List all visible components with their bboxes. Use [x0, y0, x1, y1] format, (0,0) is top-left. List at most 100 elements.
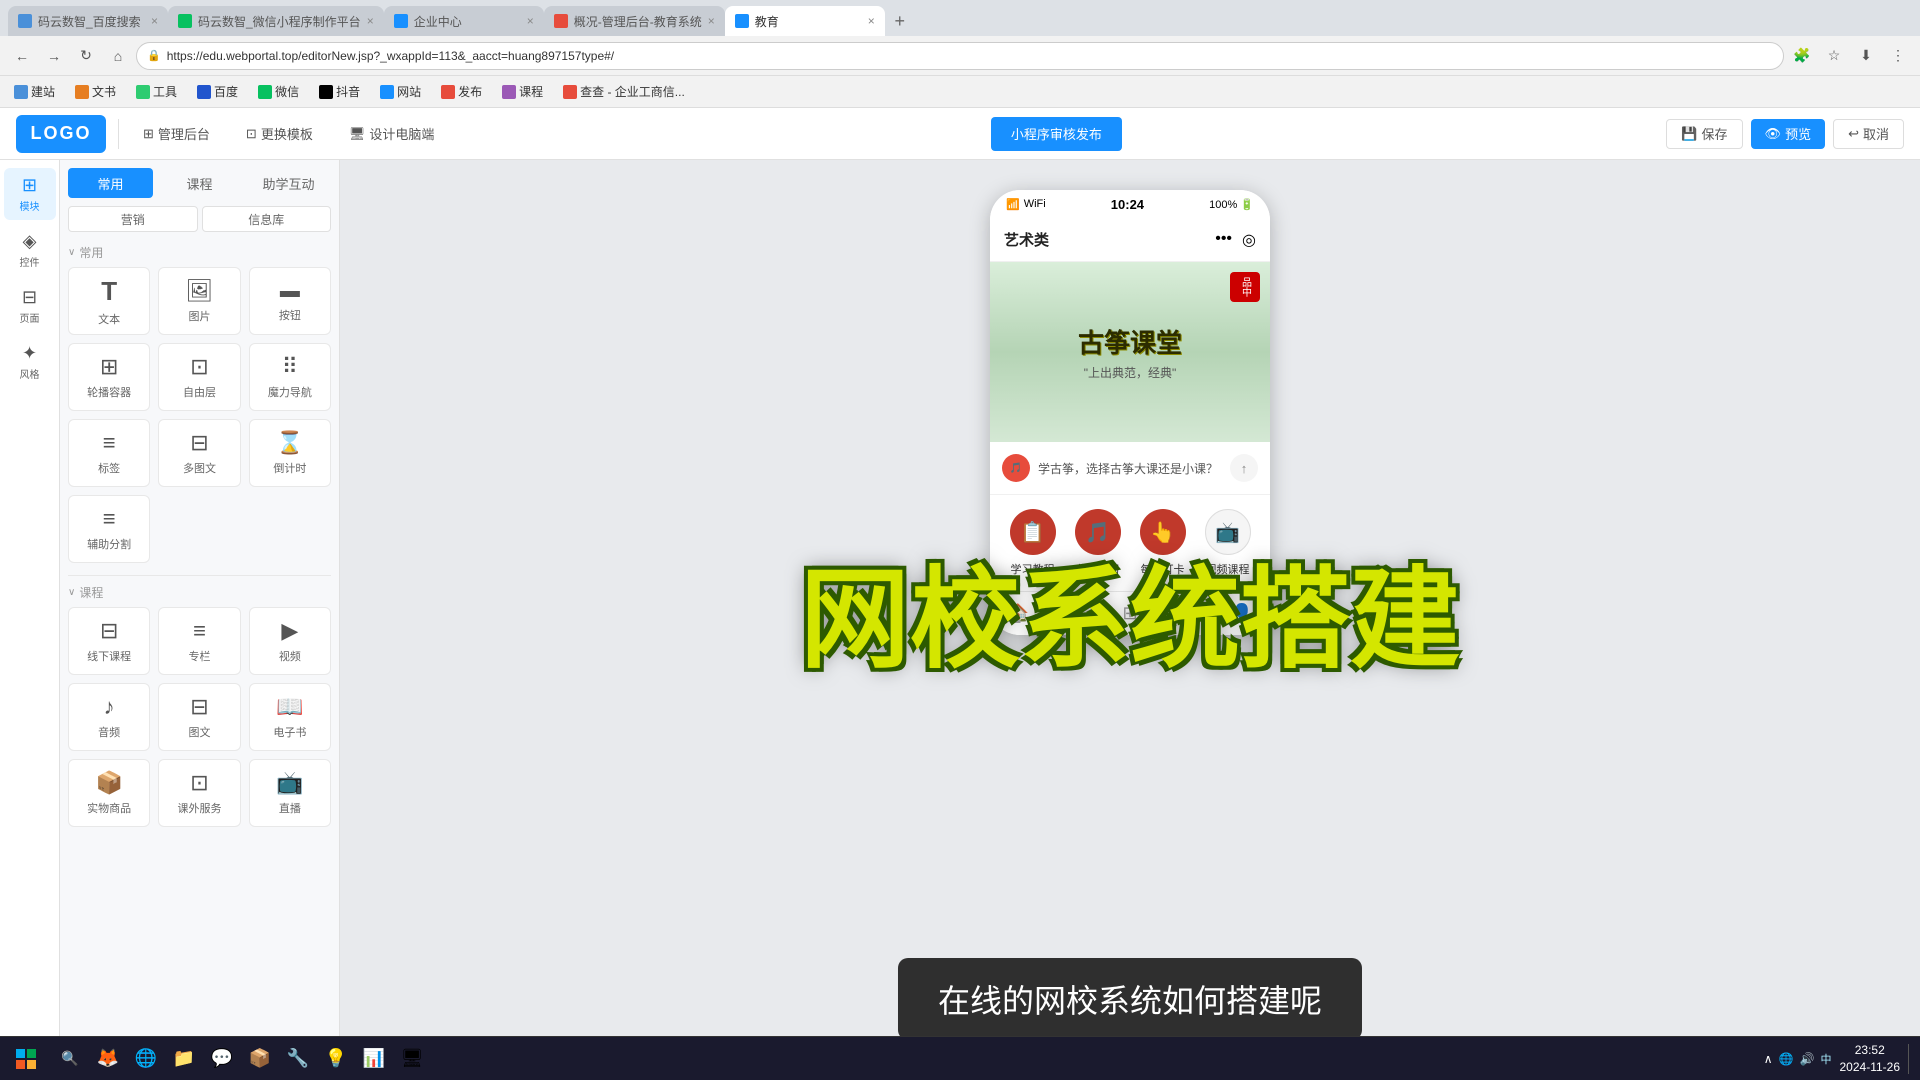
save-label: 保存: [1702, 124, 1728, 143]
tab-2-close[interactable]: ×: [367, 14, 374, 28]
bottom-nav-community[interactable]: 👤: [1046, 603, 1102, 624]
component-freelayer[interactable]: ⊡ 自由层: [158, 343, 240, 411]
component-livestream[interactable]: 📺 直播: [249, 759, 331, 827]
bookmark-fabu[interactable]: 发布: [435, 81, 488, 102]
tab-2[interactable]: 码云数智_微信小程序制作平台 ×: [168, 6, 384, 36]
template-button[interactable]: ⊡ 更换模板: [234, 118, 325, 149]
publish-button[interactable]: 小程序审核发布: [991, 117, 1122, 151]
component-carousel[interactable]: ⊞ 轮播容器: [68, 343, 150, 411]
downloads-button[interactable]: ⬇: [1852, 42, 1880, 70]
tab-4[interactable]: 概况-管理后台-教育系统 ×: [544, 6, 725, 36]
banner-title: 古筝课堂: [1078, 323, 1182, 360]
bookmark-douyin[interactable]: 抖音: [313, 81, 366, 102]
tab-3[interactable]: 企业中心 ×: [384, 6, 544, 36]
component-audio[interactable]: ♪ 音频: [68, 683, 150, 751]
bookmark-baidu[interactable]: 百度: [191, 81, 244, 102]
chat-avatar: 🎵: [1002, 454, 1030, 482]
taskbar-clock[interactable]: 23:52 2024-11-26: [1840, 1042, 1901, 1076]
logo-button[interactable]: LOGO: [16, 115, 106, 153]
score-label: 曲谱练习: [1076, 561, 1120, 577]
bookmark-weixin[interactable]: 微信: [252, 81, 305, 102]
volume-icon[interactable]: 🔊: [1800, 1052, 1815, 1066]
bottom-nav-profile[interactable]: 👤: [1214, 603, 1270, 624]
tab-1-close[interactable]: ×: [151, 14, 158, 28]
taskbar-edge[interactable]: 🌐: [128, 1041, 164, 1077]
menu-item-score[interactable]: 🎵 曲谱练习: [1065, 509, 1130, 577]
extensions-button[interactable]: 🧩: [1788, 42, 1816, 70]
component-ebook[interactable]: 📖 电子书: [249, 683, 331, 751]
tray-up-arrow[interactable]: ∧: [1764, 1052, 1773, 1066]
tab-1[interactable]: 码云数智_百度搜索 ×: [8, 6, 168, 36]
favorites-button[interactable]: ☆: [1820, 42, 1848, 70]
component-service[interactable]: ⊡ 课外服务: [158, 759, 240, 827]
ebook-icon: 📖: [276, 694, 303, 720]
sidebar-item-module[interactable]: ⊞ 模块: [4, 168, 56, 220]
new-tab-button[interactable]: +: [885, 6, 915, 36]
sidebar-item-style[interactable]: ✦ 风格: [4, 336, 56, 388]
seal-text: 品中: [1238, 277, 1253, 297]
freelayer-icon: ⊡: [190, 354, 208, 380]
bookmark-jianzhan[interactable]: 建站: [8, 81, 61, 102]
forward-button[interactable]: →: [40, 42, 68, 70]
component-goods[interactable]: 📦 实物商品: [68, 759, 150, 827]
taskbar-tool[interactable]: 🔧: [280, 1041, 316, 1077]
tab-4-close[interactable]: ×: [708, 14, 715, 28]
component-tab[interactable]: ≡ 标签: [68, 419, 150, 487]
tab-3-close[interactable]: ×: [527, 14, 534, 28]
taskbar-start-button[interactable]: [8, 1041, 44, 1077]
settings-button[interactable]: ⋮: [1884, 42, 1912, 70]
menu-item-video-course[interactable]: 📺 视频课程: [1195, 509, 1260, 577]
component-video[interactable]: ▶ 视频: [249, 607, 331, 675]
bottom-nav-grid[interactable]: ⊞: [1102, 603, 1158, 624]
taskbar-app10[interactable]: 🖥: [394, 1041, 430, 1077]
panel-tab-common[interactable]: 常用: [68, 168, 153, 198]
bookmark-wenshu[interactable]: 文书: [69, 81, 122, 102]
taskbar-search-button[interactable]: 🔍: [52, 1041, 88, 1077]
panel-subtab-infolib[interactable]: 信息库: [202, 206, 332, 232]
component-text[interactable]: T 文本: [68, 267, 150, 335]
bookmark-wangzhan[interactable]: 网站: [374, 81, 427, 102]
panel-subtab-marketing[interactable]: 营销: [68, 206, 198, 232]
bookmark-kecheng[interactable]: 课程: [496, 81, 549, 102]
sidebar-item-page[interactable]: ⊟ 页面: [4, 280, 56, 332]
component-article[interactable]: ⊟ 图文: [158, 683, 240, 751]
management-button[interactable]: ⊞ 管理后台: [131, 118, 222, 149]
tab-5[interactable]: 教育 ×: [725, 6, 885, 36]
component-offline-course[interactable]: ⊟ 线下课程: [68, 607, 150, 675]
preview-button[interactable]: 👁 预览: [1751, 119, 1826, 149]
bookmark-gongju[interactable]: 工具: [130, 81, 183, 102]
back-button[interactable]: ←: [8, 42, 36, 70]
bottom-nav-home[interactable]: 🏠: [990, 603, 1046, 624]
show-desktop-button[interactable]: [1908, 1044, 1912, 1074]
component-button[interactable]: ▬ 按钮: [249, 267, 331, 335]
bookmark-chcha[interactable]: 查查 - 企业工商信...: [557, 81, 691, 102]
menu-item-checkin[interactable]: 👆 每日打卡: [1130, 509, 1195, 577]
taskbar-firefox[interactable]: 🦊: [90, 1041, 126, 1077]
audio-icon: ♪: [104, 694, 115, 720]
component-image[interactable]: 🖼 图片: [158, 267, 240, 335]
component-multitext[interactable]: ⊟ 多图文: [158, 419, 240, 487]
bookmark-bar: 建站 文书 工具 百度 微信 抖音 网站 发布: [0, 76, 1920, 108]
score-icon: 🎵: [1085, 520, 1110, 545]
design-button[interactable]: 🖥 设计电脑端: [337, 118, 447, 149]
component-divider[interactable]: ≡ 辅助分割: [68, 495, 150, 563]
save-button[interactable]: 💾 保存: [1666, 119, 1742, 149]
address-bar[interactable]: 🔒 https://edu.webportal.top/editorNew.js…: [136, 42, 1784, 70]
sidebar-item-widget[interactable]: ◈ 控件: [4, 224, 56, 276]
taskbar-app8[interactable]: 💡: [318, 1041, 354, 1077]
panel-tab-course[interactable]: 课程: [157, 168, 242, 198]
taskbar-wechat[interactable]: 💬: [204, 1041, 240, 1077]
taskbar-excel[interactable]: 📊: [356, 1041, 392, 1077]
component-magiconav[interactable]: ⠿ 魔力导航: [249, 343, 331, 411]
bottom-nav-calendar[interactable]: 📅: [1158, 603, 1214, 624]
menu-item-learn[interactable]: 📋 学习教程: [1000, 509, 1065, 577]
refresh-button[interactable]: ↻: [72, 42, 100, 70]
tab-5-close[interactable]: ×: [868, 14, 875, 28]
cancel-button[interactable]: ↩ 取消: [1833, 119, 1904, 149]
component-column[interactable]: ≡ 专栏: [158, 607, 240, 675]
taskbar-folder[interactable]: 📁: [166, 1041, 202, 1077]
panel-tab-interaction[interactable]: 助学互动: [246, 168, 331, 198]
home-button[interactable]: ⌂: [104, 42, 132, 70]
component-countdown[interactable]: ⌛ 倒计时: [249, 419, 331, 487]
taskbar-box[interactable]: 📦: [242, 1041, 278, 1077]
